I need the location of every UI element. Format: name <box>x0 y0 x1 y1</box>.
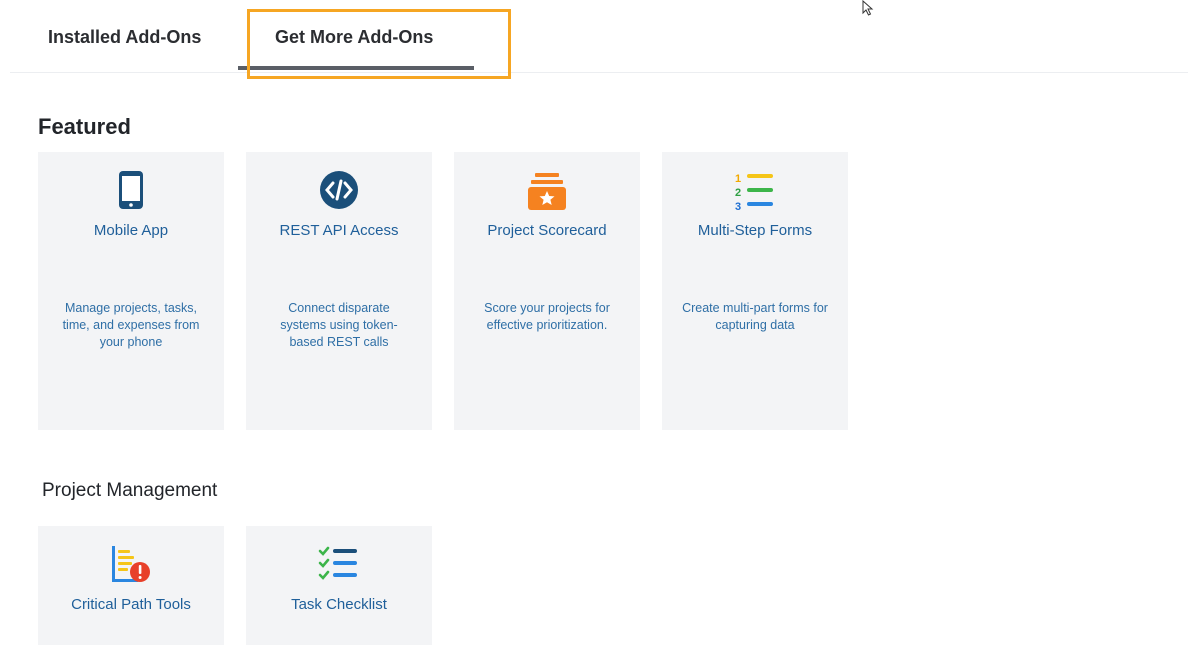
tab-bar: Installed Add-Ons Get More Add-Ons <box>10 0 1188 73</box>
card-title: Task Checklist <box>291 596 387 613</box>
svg-text:2: 2 <box>735 187 741 199</box>
svg-text:3: 3 <box>735 201 741 212</box>
mobile-phone-icon <box>119 171 143 209</box>
card-title: Critical Path Tools <box>71 596 191 613</box>
card-multi-step-forms[interactable]: 1 2 3 Multi-Step Forms Create multi-part… <box>662 152 848 430</box>
card-description: Manage projects, tasks, time, and expens… <box>62 301 200 349</box>
card-description: Connect disparate systems using token-ba… <box>280 301 398 349</box>
card-project-scorecard[interactable]: Project Scorecard Score your projects fo… <box>454 152 640 430</box>
checklist-icon <box>318 546 357 580</box>
card-title: Multi-Step Forms <box>697 222 813 239</box>
scorecard-icon <box>528 173 566 210</box>
card-mobile-app[interactable]: Mobile App Manage projects, tasks, time,… <box>38 152 224 430</box>
tab-installed-add-ons[interactable]: Installed Add-Ons <box>48 27 201 48</box>
card-description: Score your projects for effective priori… <box>484 301 610 332</box>
mouse-cursor-icon <box>862 0 874 16</box>
section-title-project-management: Project Management <box>42 480 218 501</box>
svg-text:1: 1 <box>735 173 741 185</box>
code-icon <box>320 171 358 209</box>
tab-get-more-add-ons[interactable]: Get More Add-Ons <box>275 27 433 48</box>
card-title: REST API Access <box>279 222 399 239</box>
card-critical-path-tools[interactable]: Critical Path Tools <box>38 526 224 645</box>
card-title: Mobile App <box>93 222 169 239</box>
active-tab-indicator <box>238 66 474 70</box>
card-rest-api-access[interactable]: REST API Access Connect disparate system… <box>246 152 432 430</box>
card-description: Create multi-part forms for capturing da… <box>682 301 828 332</box>
numbered-list-icon: 1 2 3 <box>735 173 773 212</box>
section-title-featured: Featured <box>38 114 131 139</box>
critical-path-icon <box>112 546 150 582</box>
card-task-checklist[interactable]: Task Checklist <box>246 526 432 645</box>
card-title: Project Scorecard <box>487 222 607 239</box>
